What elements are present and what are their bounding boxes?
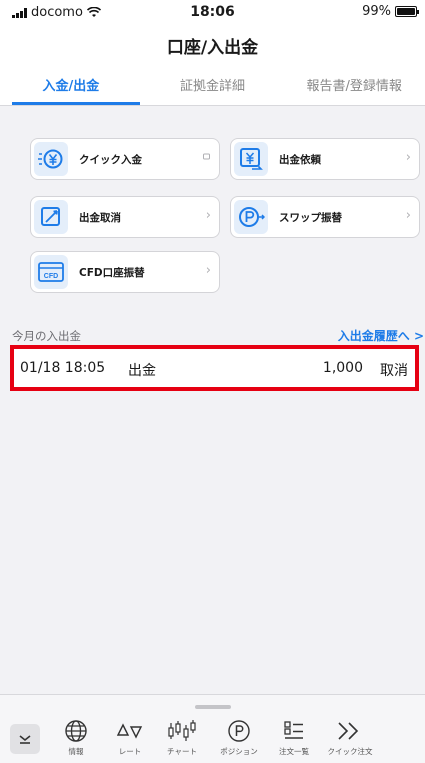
main-content: クイック入金 出金依頼 › 出金取消 › スワップ振替 › CFD CFD口座振… xyxy=(10,106,425,694)
swap-p-icon xyxy=(234,200,268,234)
battery-percent: 99% xyxy=(362,4,391,19)
nav-info[interactable]: 情報 xyxy=(46,719,106,757)
chevron-down-icon xyxy=(19,735,31,744)
nav-position[interactable]: ポジション xyxy=(209,719,269,757)
tab-reports-registration[interactable]: 報告書/登録情報 xyxy=(283,66,425,106)
bottom-navigation: 情報 レート チャート ポジション 注文一覧 クイック注文 xyxy=(0,694,425,763)
nav-rate[interactable]: レート xyxy=(100,719,160,757)
chevron-right-icon: › xyxy=(205,208,211,223)
tab-deposit-withdraw[interactable]: 入金/出金 xyxy=(0,66,142,106)
nav-order-list-label: 注文一覧 xyxy=(279,747,309,756)
chevron-right-icon: › xyxy=(405,208,411,223)
nav-rate-label: レート xyxy=(118,747,142,756)
withdraw-request-button[interactable]: 出金依頼 › xyxy=(230,138,420,180)
tab-bar: 入金/出金 証拠金詳細 報告書/登録情報 xyxy=(0,66,425,106)
page-header: 口座/入出金 入金/出金 証拠金詳細 報告書/登録情報 xyxy=(0,26,425,106)
status-bar: docomo 18:06 99% xyxy=(0,0,425,26)
nav-order-list[interactable]: 注文一覧 xyxy=(264,719,324,757)
quick-deposit-label: クイック入金 xyxy=(79,154,142,166)
position-p-icon xyxy=(209,719,269,743)
drag-handle[interactable] xyxy=(195,705,231,709)
collapse-button[interactable] xyxy=(10,724,40,754)
transaction-row[interactable]: 01/18 18:05 出金 1,000 取消 xyxy=(10,345,419,391)
transaction-type: 出金 xyxy=(128,363,156,379)
app-screen: docomo 18:06 99% 口座/入出金 入金/出金 証拠金詳細 報告書/… xyxy=(0,0,425,763)
chevron-right-icon: › xyxy=(205,263,211,278)
nav-chart[interactable]: チャート xyxy=(152,719,212,757)
withdraw-request-label: 出金依頼 xyxy=(279,154,321,166)
page-title: 口座/入出金 xyxy=(166,38,259,58)
quick-deposit-button[interactable]: クイック入金 xyxy=(30,138,220,180)
monthly-section-label: 今月の入出金 xyxy=(12,329,81,343)
chevron-right-icon: › xyxy=(405,150,411,165)
swap-transfer-label: スワップ振替 xyxy=(279,212,342,224)
external-link-icon xyxy=(202,150,211,165)
battery-area: 99% xyxy=(362,4,419,19)
cfd-account-transfer-button[interactable]: CFD CFD口座振替 › xyxy=(30,251,220,293)
yen-withdraw-icon xyxy=(234,142,268,176)
history-link[interactable]: 入出金履歴へ > xyxy=(338,327,424,344)
withdraw-cancel-button[interactable]: 出金取消 › xyxy=(30,196,220,238)
cancel-edit-icon xyxy=(34,200,68,234)
tab-margin-details[interactable]: 証拠金詳細 xyxy=(142,66,284,106)
transaction-datetime: 01/18 18:05 xyxy=(20,360,106,376)
battery-icon xyxy=(395,6,419,17)
cfd-card-icon: CFD xyxy=(34,255,68,289)
cfd-account-transfer-label: CFD口座振替 xyxy=(79,267,145,279)
nav-quick-order[interactable]: クイック注文 xyxy=(320,719,380,757)
rate-triangles-icon xyxy=(100,719,160,743)
svg-text:CFD: CFD xyxy=(44,273,58,280)
candlestick-icon xyxy=(152,719,212,743)
transaction-cancel-button[interactable]: 取消 xyxy=(380,360,408,380)
nav-position-label: ポジション xyxy=(220,747,258,756)
withdraw-cancel-label: 出金取消 xyxy=(79,212,121,224)
double-chevron-icon xyxy=(320,719,380,743)
swap-transfer-button[interactable]: スワップ振替 › xyxy=(230,196,420,238)
yen-coin-icon xyxy=(34,142,68,176)
globe-icon xyxy=(46,719,106,743)
nav-quick-order-label: クイック注文 xyxy=(327,747,373,756)
nav-info-label: 情報 xyxy=(68,747,84,756)
order-list-icon xyxy=(264,719,324,743)
nav-chart-label: チャート xyxy=(167,747,197,756)
transaction-amount: 1,000 xyxy=(322,360,363,376)
